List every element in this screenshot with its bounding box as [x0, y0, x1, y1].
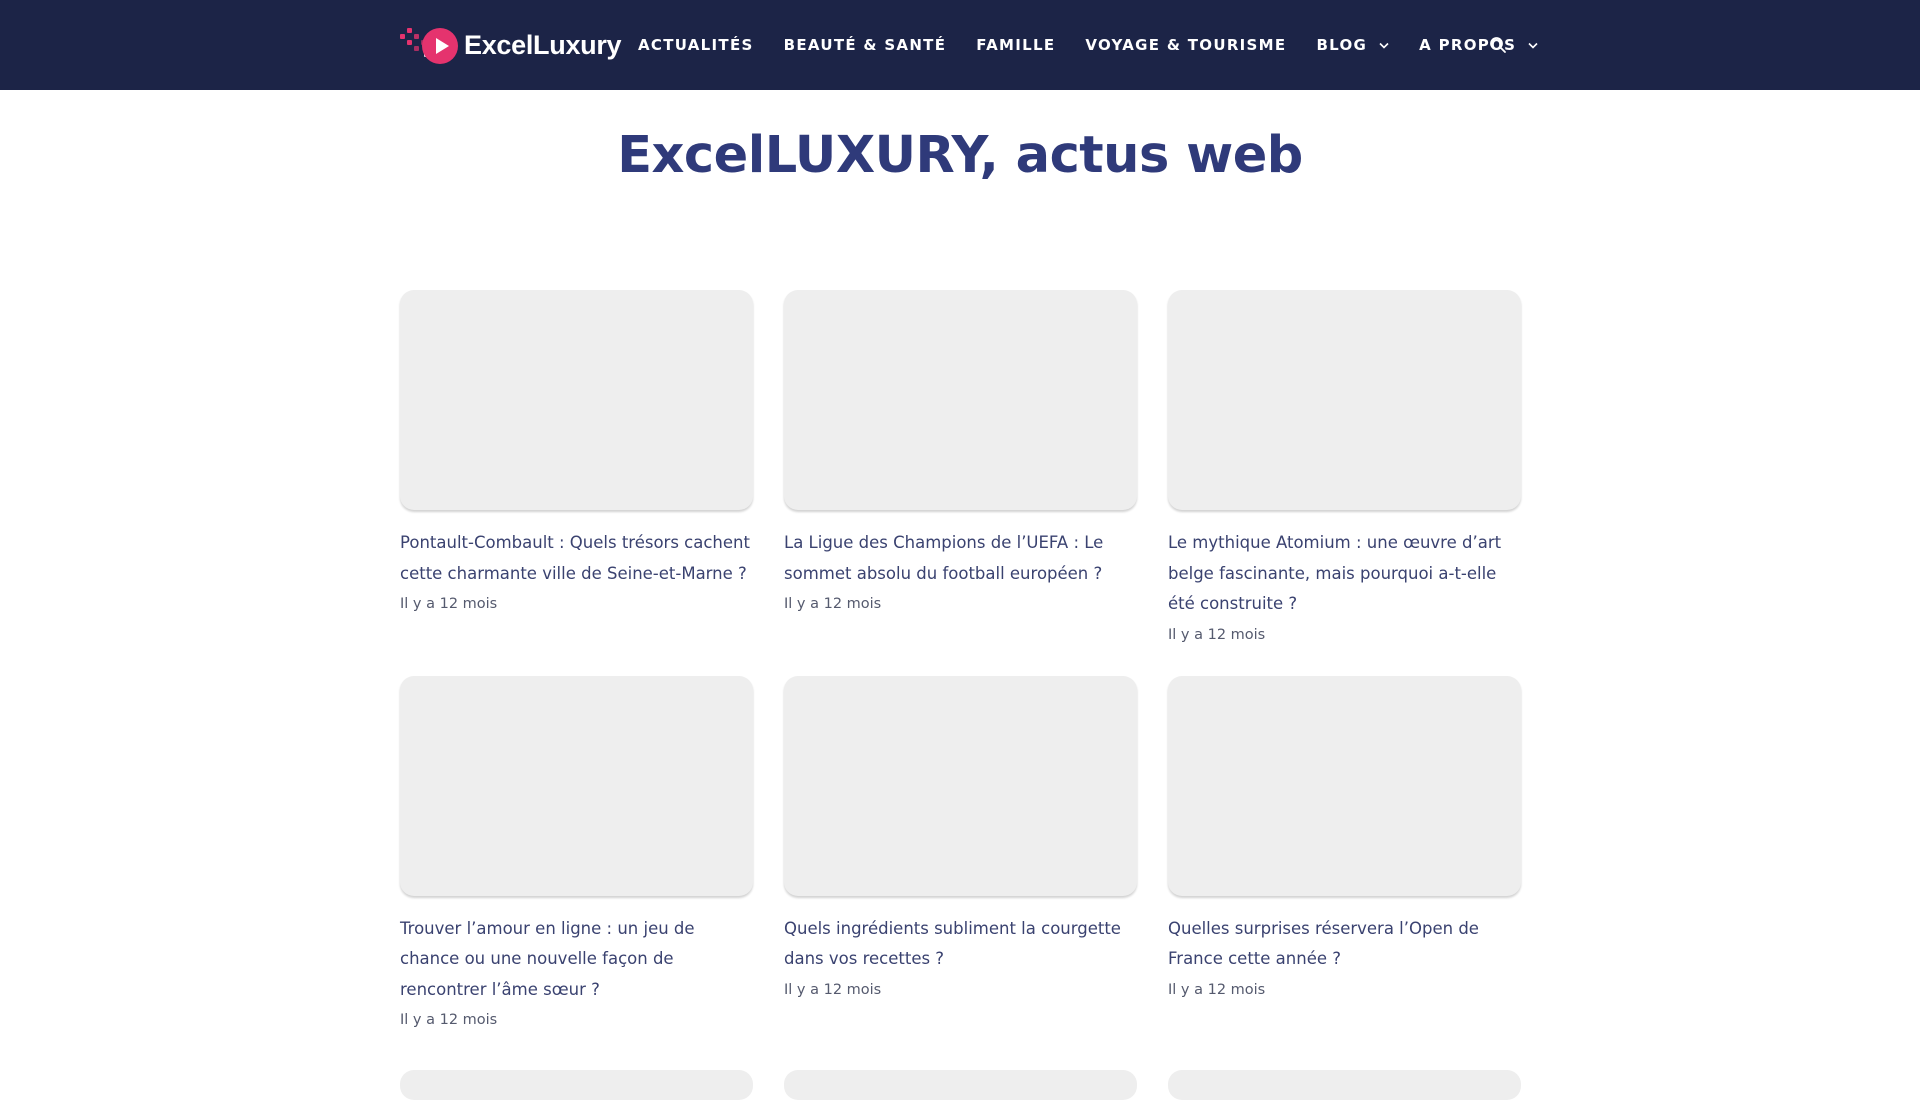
- logo-text: ExcelLuxury: [464, 29, 622, 60]
- nav-label: VOYAGE & TOURISME: [1085, 36, 1287, 54]
- site-header: ExcelLuxury ACTUALITÉS BEAUTÉ & SANTÉ FA…: [0, 0, 1920, 90]
- page-title: ExcelLUXURY, actus web: [617, 126, 1303, 185]
- post-thumbnail[interactable]: [1168, 675, 1521, 896]
- nav-item-beaute-sante[interactable]: BEAUTÉ & SANTÉ: [784, 36, 947, 54]
- post-thumbnail[interactable]: [1168, 290, 1521, 510]
- nav-item-blog[interactable]: BLOG: [1316, 36, 1389, 54]
- post-date: Il y a 12 mois: [1168, 626, 1266, 643]
- nav-item-actualites[interactable]: ACTUALITÉS: [638, 36, 754, 54]
- post-thumbnail[interactable]: [784, 675, 1137, 896]
- nav-item-a-propos[interactable]: A PROPOS: [1419, 36, 1538, 54]
- post-card: Quelles surprises réservera l’Open de Fr…: [1168, 675, 1521, 1030]
- search-icon[interactable]: [1488, 35, 1508, 55]
- post-card: Trouver l’amour en ligne : un jeu de cha…: [400, 675, 753, 1030]
- main-nav: ACTUALITÉS BEAUTÉ & SANTÉ FAMILLE VOYAGE…: [638, 0, 1568, 90]
- post-card: Pontault-Combault : Quels trésors cachen…: [400, 290, 753, 644]
- post-thumbnail[interactable]: [400, 290, 753, 510]
- nav-label: BLOG: [1316, 36, 1368, 54]
- posts-grid: Pontault-Combault : Quels trésors cachen…: [400, 290, 1521, 1029]
- nav-label: FAMILLE: [976, 36, 1056, 54]
- nav-label: BEAUTÉ & SANTÉ: [783, 36, 947, 54]
- post-thumbnail[interactable]: [784, 290, 1137, 510]
- nav-item-voyage-tourisme[interactable]: VOYAGE & TOURISME: [1085, 36, 1286, 54]
- post-date: Il y a 12 mois: [400, 1012, 498, 1028]
- post-card: Quels ingrédients subliment la courgette…: [784, 675, 1137, 1030]
- post-date: Il y a 12 mois: [784, 596, 882, 612]
- chevron-down-icon: [1379, 42, 1389, 49]
- post-thumbnail[interactable]: [400, 1070, 753, 1100]
- post-card: Le mythique Atomium : une œuvre d’art be…: [1168, 290, 1521, 644]
- nav-item-famille[interactable]: FAMILLE: [976, 36, 1055, 54]
- post-title-link[interactable]: Quels ingrédients subliment la courgette…: [784, 914, 1137, 975]
- post-thumbnail[interactable]: [1168, 1070, 1521, 1100]
- post-title-link[interactable]: Trouver l’amour en ligne : un jeu de cha…: [400, 914, 753, 1006]
- post-title-link[interactable]: Pontault-Combault : Quels trésors cachen…: [400, 528, 753, 589]
- post-date: Il y a 12 mois: [1168, 981, 1266, 998]
- post-thumbnail[interactable]: [784, 1070, 1137, 1100]
- post-title-link[interactable]: Quelles surprises réservera l’Open de Fr…: [1168, 914, 1521, 975]
- logo-play-icon: [400, 24, 458, 66]
- post-card: La Ligue des Champions de l’UEFA : Le so…: [784, 290, 1137, 644]
- post-date: Il y a 12 mois: [400, 596, 498, 612]
- chevron-down-icon: [1528, 42, 1538, 49]
- nav-label: ACTUALITÉS: [638, 36, 754, 54]
- site-logo[interactable]: ExcelLuxury: [400, 24, 622, 66]
- post-thumbnail[interactable]: [400, 675, 753, 896]
- post-title-link[interactable]: La Ligue des Champions de l’UEFA : Le so…: [784, 528, 1137, 589]
- post-date: Il y a 12 mois: [784, 981, 882, 998]
- post-title-link[interactable]: Le mythique Atomium : une œuvre d’art be…: [1168, 528, 1521, 620]
